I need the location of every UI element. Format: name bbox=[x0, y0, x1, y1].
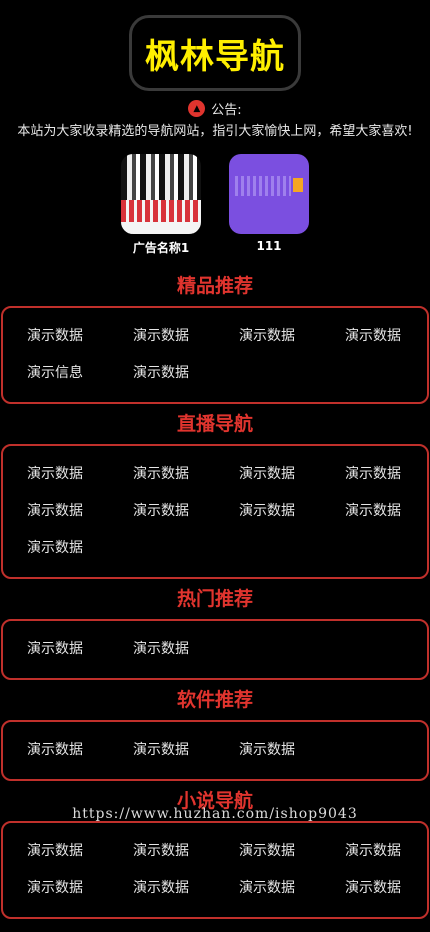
megaphone-icon: ▲ bbox=[188, 100, 206, 117]
site-logo[interactable]: 枫林导航 bbox=[129, 15, 301, 91]
section-title: 热门推荐 bbox=[176, 588, 253, 610]
nav-link[interactable]: 演示数据 bbox=[109, 355, 215, 392]
section-title: 精品推荐 bbox=[176, 275, 253, 297]
nav-link[interactable]: 演示数据 bbox=[3, 530, 109, 567]
section-box: 演示数据 演示数据 演示数据 演示数据 演示信息 演示数据 bbox=[1, 306, 429, 404]
ad-row: 广告名称1 111 bbox=[0, 154, 430, 256]
ad-image-2[interactable] bbox=[229, 154, 309, 234]
notice-label: 公告: bbox=[211, 103, 242, 118]
ad-image-tag bbox=[293, 178, 303, 192]
nav-link[interactable]: 演示数据 bbox=[3, 493, 109, 530]
nav-link[interactable]: 演示数据 bbox=[109, 493, 215, 530]
nav-link[interactable]: 演示数据 bbox=[321, 493, 427, 530]
nav-link[interactable]: 演示数据 bbox=[215, 833, 321, 870]
section-box: 演示数据 演示数据 演示数据 演示数据 演示数据 演示数据 演示数据 演示数据 演示数据 bbox=[1, 444, 429, 579]
nav-link[interactable]: 演示数据 bbox=[321, 833, 427, 870]
nav-link[interactable]: 演示数据 bbox=[215, 870, 321, 907]
nav-link[interactable]: 演示数据 bbox=[109, 318, 215, 355]
notice-header: ▲ 公告: bbox=[0, 99, 430, 118]
nav-link[interactable]: 演示数据 bbox=[3, 732, 109, 769]
nav-link[interactable]: 演示数据 bbox=[3, 870, 109, 907]
nav-link[interactable]: 演示数据 bbox=[215, 456, 321, 493]
nav-link[interactable]: 演示数据 bbox=[109, 456, 215, 493]
nav-sections: 精品推荐 演示数据 演示数据 演示数据 演示数据 演示信息 演示数据 直播导航 演示数据 演示数据… bbox=[0, 266, 430, 919]
nav-link[interactable]: 演示数据 bbox=[321, 456, 427, 493]
nav-link[interactable]: 演示数据 bbox=[3, 631, 109, 668]
nav-link[interactable]: 演示数据 bbox=[109, 631, 215, 668]
ad-label-1[interactable]: 广告名称1 bbox=[121, 239, 201, 256]
nav-link[interactable]: 演示数据 bbox=[215, 732, 321, 769]
nav-link[interactable]: 演示数据 bbox=[109, 833, 215, 870]
nav-link[interactable]: 演示数据 bbox=[109, 732, 215, 769]
nav-link[interactable]: 演示数据 bbox=[3, 833, 109, 870]
nav-link[interactable]: 演示数据 bbox=[3, 318, 109, 355]
nav-link[interactable]: 演示数据 bbox=[215, 493, 321, 530]
notice-text: 本站为大家收录精选的导航网站，指引大家愉快上网，希望大家喜欢! bbox=[17, 124, 413, 139]
ad-image-band bbox=[121, 200, 201, 222]
nav-link[interactable]: 演示数据 bbox=[215, 318, 321, 355]
section-title: 软件推荐 bbox=[176, 689, 253, 711]
ad-image-footer bbox=[121, 222, 201, 234]
logo-container: 枫林导航 bbox=[0, 0, 430, 91]
nav-link[interactable]: 演示信息 bbox=[3, 355, 109, 392]
ad-label-2[interactable]: 111 bbox=[229, 239, 309, 253]
nav-link[interactable]: 演示数据 bbox=[3, 456, 109, 493]
section-box: 演示数据 演示数据 演示数据 演示数据 演示数据 演示数据 演示数据 演示数据 bbox=[1, 821, 429, 919]
section-title: 小说导航 bbox=[176, 790, 253, 812]
nav-link[interactable]: 演示数据 bbox=[109, 870, 215, 907]
section-title: 直播导航 bbox=[176, 413, 253, 435]
ad-image-1[interactable] bbox=[121, 154, 201, 234]
section-box: 演示数据 演示数据 bbox=[1, 619, 429, 680]
ad-card-2[interactable]: 111 bbox=[229, 154, 309, 256]
ad-image-strip bbox=[235, 176, 291, 196]
ad-card-1[interactable]: 广告名称1 bbox=[121, 154, 201, 256]
section-box: 演示数据 演示数据 演示数据 bbox=[1, 720, 429, 781]
nav-link[interactable]: 演示数据 bbox=[321, 870, 427, 907]
nav-link[interactable]: 演示数据 bbox=[321, 318, 427, 355]
